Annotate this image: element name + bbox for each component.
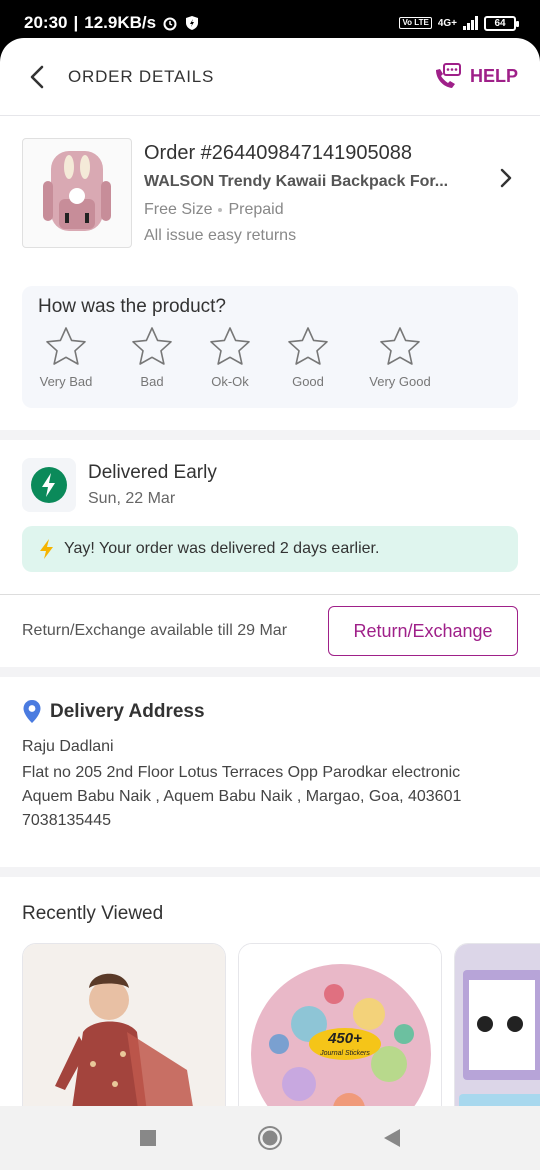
volte-badge: Vo LTE (399, 17, 432, 29)
stickers-product-image: 450+ Journal Stickers (239, 944, 441, 1106)
order-id: Order #264409847141905088 (144, 142, 413, 164)
star-icon (46, 327, 86, 365)
home-button[interactable] (257, 1125, 283, 1151)
chevron-right-icon[interactable] (500, 168, 512, 188)
recently-viewed: Recently Viewed 450+ Journal Stickers (0, 877, 540, 1106)
star-rating: Very Bad Bad Ok-Ok Good Very Good (38, 326, 502, 389)
address-line-1: Flat no 205 2nd Floor Lotus Terraces Opp… (22, 764, 461, 781)
separator-dot (218, 208, 223, 212)
rating-card: How was the product? Very Bad Bad Ok-Ok … (22, 286, 518, 408)
payment-method: Prepaid (228, 201, 284, 218)
early-delivery-banner: Yay! Your order was delivered 2 days ear… (22, 526, 518, 572)
star-icon (380, 327, 420, 365)
address-title: Delivery Address (50, 701, 205, 722)
delivery-status-title: Delivered Early (88, 462, 217, 483)
triangle-back-icon (384, 1129, 400, 1147)
returns-note: All issue easy returns (144, 227, 297, 244)
recently-viewed-carousel[interactable]: 450+ Journal Stickers (22, 943, 540, 1106)
section-divider (0, 430, 540, 440)
recent-apps-button[interactable] (139, 1129, 157, 1147)
arrow-left-icon (30, 65, 44, 88)
alarm-icon (163, 17, 177, 31)
section-divider (0, 867, 540, 877)
rating-option-good[interactable]: Good (280, 326, 336, 389)
back-button[interactable] (22, 62, 52, 92)
delivery-address: Delivery Address Raju Dadlani Flat no 20… (0, 677, 540, 867)
shield-icon (186, 16, 199, 30)
backpack-image (43, 151, 111, 231)
rating-option-very-good[interactable]: Very Good (360, 326, 440, 389)
back-nav-button[interactable] (383, 1128, 401, 1148)
status-speed: 12.9KB/s (84, 13, 157, 32)
star-icon (210, 327, 250, 365)
rating-question: How was the product? (38, 296, 226, 317)
kurta-product-image (23, 944, 225, 1106)
product-name: WALSON Trendy Kawaii Backpack For... (144, 173, 449, 190)
rating-option-very-bad[interactable]: Very Bad (38, 326, 94, 389)
address-name: Raju Dadlani (22, 738, 114, 755)
recently-viewed-title: Recently Viewed (22, 903, 164, 924)
page-title: ORDER DETAILS (68, 66, 215, 86)
top-app-bar: ORDER DETAILS HELP (0, 38, 540, 116)
delivery-icon-box (22, 458, 76, 512)
address-line-2: Aquem Babu Naik , Aquem Babu Naik , Marg… (22, 788, 462, 805)
lightning-icon (31, 467, 67, 503)
return-exchange-button[interactable]: Return/Exchange (328, 606, 518, 656)
rating-label: Very Bad (39, 374, 93, 389)
product-card[interactable] (22, 943, 226, 1106)
location-pin-icon (23, 700, 41, 723)
battery-icon: 64 (484, 15, 519, 31)
product-summary[interactable]: Order #264409847141905088 WALSON Trendy … (0, 116, 540, 248)
square-icon (140, 1130, 156, 1146)
product-card[interactable]: 450+ Journal Stickers (238, 943, 442, 1106)
delivery-status: Delivered Early Sun, 22 Mar Yay! Your or… (0, 440, 540, 572)
rating-option-ok-ok[interactable]: Ok-Ok (202, 326, 258, 389)
network-type: 4G+ (437, 17, 457, 29)
help-label: HELP (469, 66, 518, 86)
star-icon (132, 327, 172, 365)
help-button[interactable]: HELP (432, 62, 518, 92)
battery-level: 64 (494, 17, 506, 29)
section-divider (0, 667, 540, 677)
support-chat-icon (435, 62, 461, 88)
delivery-date: Sun, 22 Mar (88, 490, 176, 507)
early-delivery-message: Yay! Your order was delivered 2 days ear… (64, 540, 380, 557)
product-card[interactable] (454, 943, 540, 1106)
return-section: Return/Exchange available till 29 Mar Re… (0, 595, 540, 667)
app-screen: ORDER DETAILS HELP Order #26440984714190… (0, 38, 540, 1106)
return-availability: Return/Exchange available till 29 Mar (22, 622, 288, 639)
sticker-badge: 450+ (327, 1030, 362, 1047)
signal-icon (463, 16, 478, 30)
rating-label: Bad (140, 374, 164, 389)
star-icon (288, 327, 328, 365)
system-navigation-bar (0, 1106, 540, 1170)
status-time: 20:30 (24, 13, 68, 32)
rating-label: Good (292, 374, 324, 389)
sticker-caption: Journal Stickers (319, 1050, 370, 1057)
product-size: Free Size (144, 201, 213, 218)
circle-icon (258, 1126, 282, 1150)
address-phone: 7038135445 (22, 812, 111, 829)
bolt-icon (40, 539, 53, 559)
product-thumbnail (22, 138, 132, 248)
rating-option-bad[interactable]: Bad (124, 326, 180, 389)
binder-product-image (455, 944, 540, 1106)
rating-label: Very Good (369, 374, 431, 389)
rating-label: Ok-Ok (211, 374, 249, 389)
